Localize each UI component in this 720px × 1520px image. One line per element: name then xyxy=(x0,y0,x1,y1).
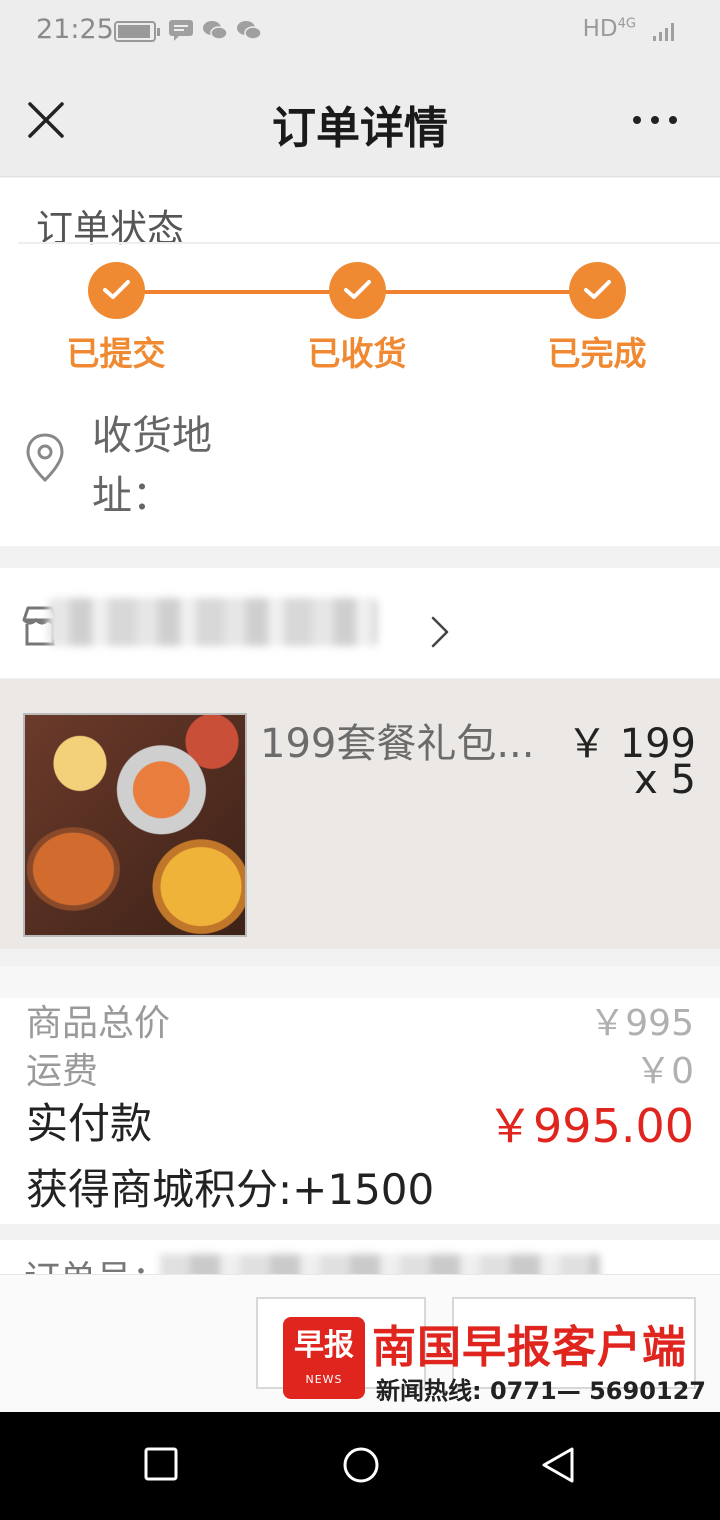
address-label: 收货地址： xyxy=(92,413,212,519)
step-received: 已收货 xyxy=(282,262,432,375)
paid-value: ￥995.00 xyxy=(487,1099,694,1153)
paid-label: 实付款 xyxy=(26,1099,153,1148)
system-nav-bar xyxy=(0,1412,720,1520)
wechat-icon xyxy=(237,21,262,40)
network-label: HD xyxy=(582,16,618,42)
logo-text: 早报 xyxy=(294,1328,354,1363)
check-icon xyxy=(568,262,626,319)
watermark-hotline: 新闻热线: 0771— 5690127 xyxy=(376,1377,706,1405)
page-title: 订单详情 xyxy=(272,103,448,154)
step-label: 已提交 xyxy=(66,334,166,373)
goods-total-value: ￥995 xyxy=(589,1003,694,1044)
logo-sub: NEWS xyxy=(305,1373,343,1386)
points-earned: 获得商城积分:+1500 xyxy=(26,1165,435,1214)
check-icon xyxy=(328,262,386,319)
product-quantity: x 5 xyxy=(634,757,696,803)
top-app-bar: 订单详情 xyxy=(0,64,720,177)
wechat-icon xyxy=(203,21,228,40)
signal-icon xyxy=(653,23,674,41)
progress-steps: 已提交 已收货 已完成 xyxy=(0,262,720,375)
step-label: 已完成 xyxy=(547,334,647,373)
divider xyxy=(18,242,720,244)
network-sup: 4G xyxy=(617,16,636,32)
shop-name-redacted xyxy=(48,598,378,646)
shop-row[interactable] xyxy=(0,568,720,678)
battery-icon xyxy=(114,21,160,42)
chevron-right-icon[interactable] xyxy=(428,614,452,650)
status-time: 21:25 xyxy=(36,14,114,45)
order-number-row: 订单号： xyxy=(0,1240,720,1274)
network-type: HD4G xyxy=(583,16,636,42)
shipping-value: ￥0 xyxy=(635,1051,694,1092)
product-item[interactable]: 199套餐礼包... ￥ 199 x 5 xyxy=(0,679,720,949)
location-pin-icon xyxy=(26,433,64,483)
status-bar: 21:25 HD4G xyxy=(0,0,720,64)
order-status-card: 订单状态 已提交 已收货 已完成 收货地址： xyxy=(0,178,720,546)
step-submitted: 已提交 xyxy=(41,262,191,375)
watermark-title: 南国早报客户端 xyxy=(372,1322,687,1373)
order-number-label: 订单号： xyxy=(24,1250,168,1274)
step-label: 已收货 xyxy=(307,334,407,373)
shipping-label: 运费 xyxy=(26,1051,99,1092)
bottom-action-bar: 早报 NEWS 南国早报客户端 新闻热线: 0771— 5690127 xyxy=(0,1274,720,1412)
message-icon xyxy=(169,20,193,41)
goods-total-label: 商品总价 xyxy=(26,1003,171,1044)
recent-apps-icon[interactable] xyxy=(143,1446,179,1482)
home-icon[interactable] xyxy=(342,1446,380,1484)
newspaper-logo: 早报 NEWS xyxy=(283,1317,365,1399)
step-completed: 已完成 xyxy=(522,262,672,375)
more-icon[interactable] xyxy=(632,104,678,136)
order-number-redacted xyxy=(160,1254,600,1274)
price-summary: 商品总价 ￥995 运费 ￥0 实付款 ￥995.00 获得商城积分:+1500 xyxy=(0,966,720,1224)
back-icon[interactable] xyxy=(540,1446,576,1484)
check-icon xyxy=(87,262,145,319)
product-name: 199套餐礼包... xyxy=(260,721,535,767)
product-image xyxy=(23,713,247,937)
